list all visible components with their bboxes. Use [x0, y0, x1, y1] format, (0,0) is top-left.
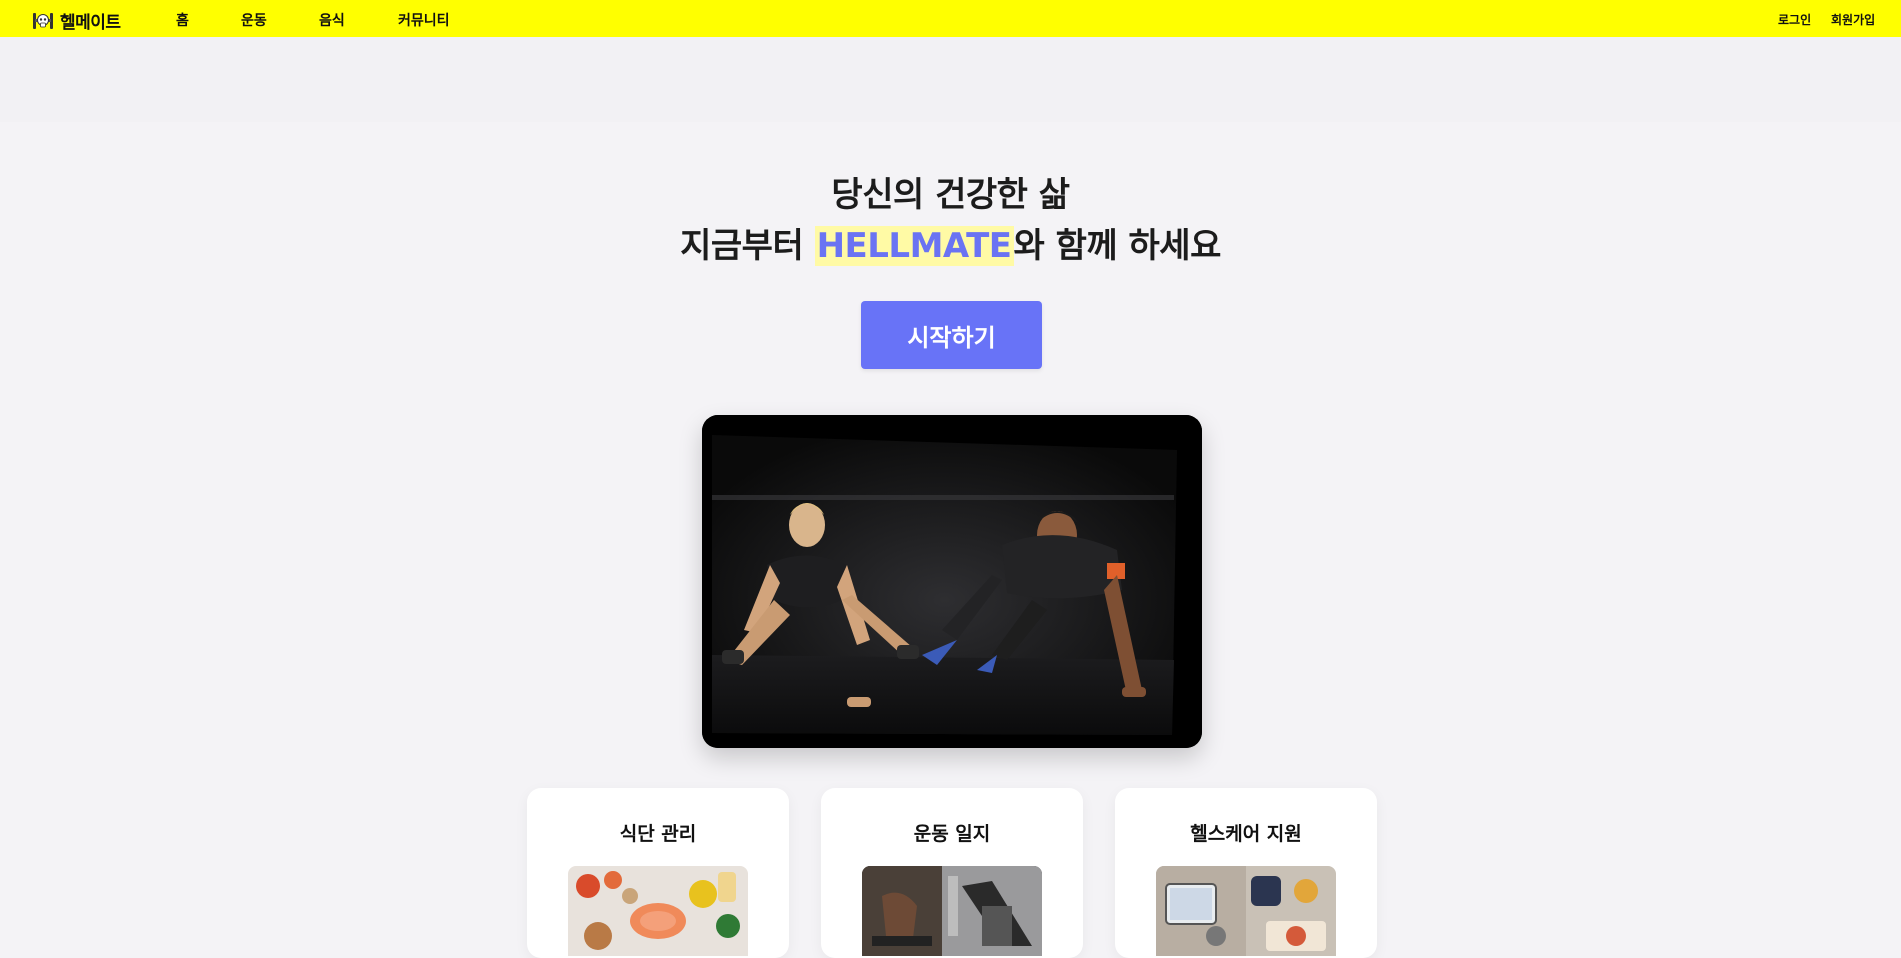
feature-card-title: 헬스케어 지원: [1190, 823, 1302, 845]
hero-headline-line2: 지금부터 HELLMATE와 함께 하세요: [0, 218, 1901, 267]
nav-link-community[interactable]: 커뮤니티: [398, 10, 450, 30]
skull-barbell-icon: [33, 12, 53, 29]
top-navbar: 헬메이트 홈 운동 음식 커뮤니티 로그인 회원가입: [0, 0, 1901, 37]
feature-card-workout-log[interactable]: 운동 일지: [821, 788, 1083, 958]
hero-headline-line1: 당신의 건강한 삶: [831, 175, 1070, 215]
signup-link[interactable]: 회원가입: [1831, 11, 1875, 28]
nav-link-food[interactable]: 음식: [319, 10, 345, 30]
feature-card-title: 식단 관리: [619, 823, 697, 845]
login-link[interactable]: 로그인: [1778, 11, 1811, 28]
hero-band: [0, 37, 1901, 122]
hero-workout-photo: [702, 415, 1202, 748]
headline-suffix: 와 함께 하세요: [1013, 226, 1222, 266]
brand-name: 헬메이트: [60, 13, 121, 33]
feature-card-diet[interactable]: 식단 관리: [527, 788, 789, 958]
nav-link-exercise[interactable]: 운동: [241, 10, 267, 30]
headline-brand-highlight: HELLMATE: [814, 226, 1014, 266]
feature-card-healthcare[interactable]: 헬스케어 지원: [1115, 788, 1377, 958]
healthcare-devices-photo: [1156, 866, 1336, 956]
nav-link-home[interactable]: 홈: [176, 10, 189, 30]
headline-prefix: 지금부터: [680, 226, 815, 266]
gym-workout-photo: [862, 866, 1042, 956]
start-button[interactable]: 시작하기: [861, 301, 1042, 369]
brand-logo[interactable]: 헬메이트: [32, 8, 121, 33]
healthy-food-photo: [568, 866, 748, 956]
feature-card-title: 운동 일지: [913, 823, 991, 845]
